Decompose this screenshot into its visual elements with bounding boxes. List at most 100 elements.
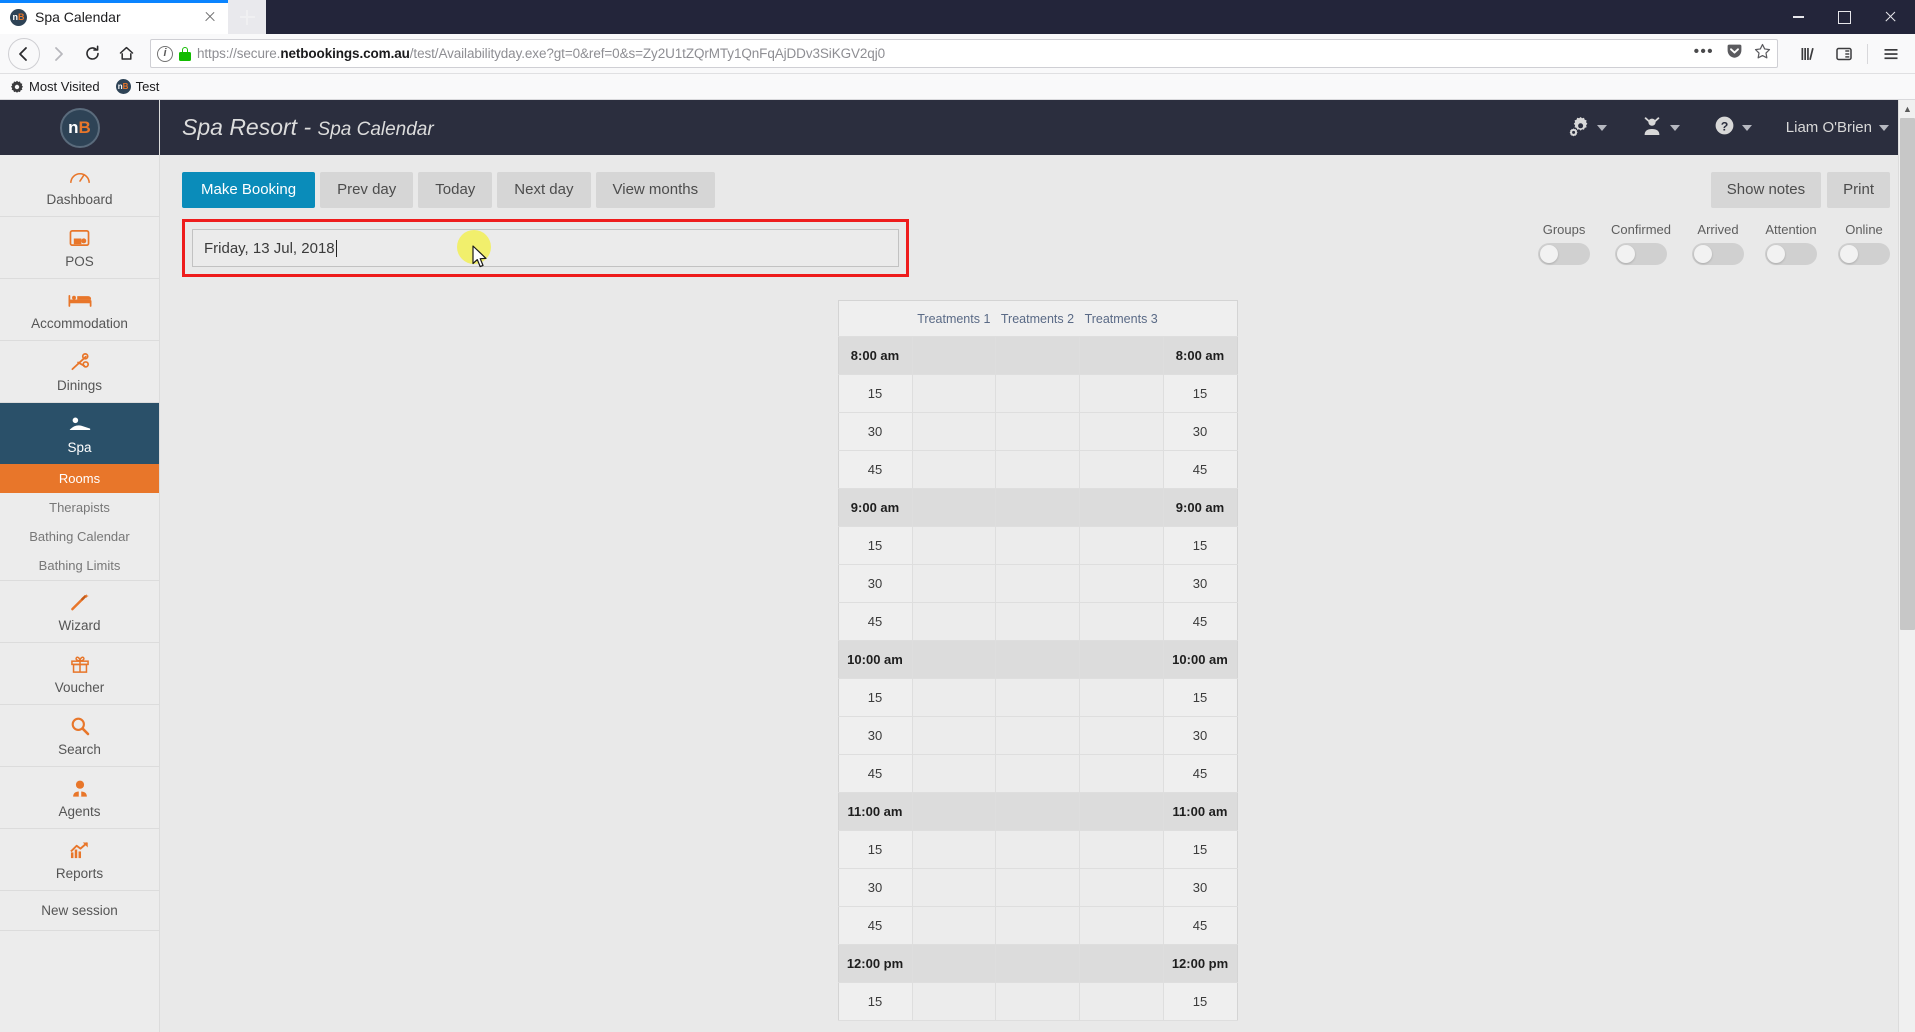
settings-menu[interactable] (1568, 115, 1607, 141)
next-day-button[interactable]: Next day (497, 172, 591, 208)
sidebar-item-accommodation[interactable]: Accommodation (0, 279, 159, 341)
toggle-attention[interactable]: Attention (1765, 222, 1817, 265)
calendar-slot[interactable] (911, 868, 997, 907)
calendar-slot[interactable] (1078, 944, 1164, 983)
calendar-slot[interactable] (911, 830, 997, 869)
window-close-icon[interactable] (1867, 0, 1913, 34)
toggle-confirmed[interactable]: Confirmed (1611, 222, 1671, 265)
minimize-icon[interactable] (1775, 0, 1821, 34)
bookmark-star-icon[interactable] (1754, 43, 1771, 65)
make-booking-button[interactable]: Make Booking (182, 172, 316, 208)
calendar-slot[interactable] (911, 678, 997, 717)
calendar-slot[interactable] (995, 602, 1080, 641)
toggle-switch[interactable] (1765, 243, 1817, 265)
calendar-slot[interactable] (911, 336, 997, 375)
calendar-slot[interactable] (1078, 526, 1164, 565)
calendar-slot[interactable] (1078, 488, 1164, 527)
sidebar-item-voucher[interactable]: Voucher (0, 643, 159, 705)
library-icon[interactable] (1792, 38, 1824, 70)
calendar-slot[interactable] (911, 488, 997, 527)
calendar-slot[interactable] (911, 526, 997, 565)
bookmark-test[interactable]: nB Test (115, 79, 159, 94)
sidebar-item-pos[interactable]: POS (0, 217, 159, 279)
calendar-slot[interactable] (911, 450, 997, 489)
calendar-slot[interactable] (1078, 678, 1164, 717)
sidebar-subitem-bathing-calendar[interactable]: Bathing Calendar (0, 522, 159, 551)
back-icon[interactable] (8, 37, 40, 70)
sidebar-item-new-session[interactable]: New session (0, 891, 159, 931)
calendar-slot[interactable] (995, 982, 1080, 1021)
calendar-slot[interactable] (911, 754, 997, 793)
toggle-switch[interactable] (1538, 243, 1591, 265)
address-bar[interactable]: i https://secure.netbookings.com.au/test… (150, 39, 1778, 68)
calendar-slot[interactable] (911, 982, 997, 1021)
calendar-slot[interactable] (995, 640, 1080, 679)
calendar-column-header[interactable]: Treatments 2 (995, 300, 1080, 337)
calendar-slot[interactable] (911, 602, 997, 641)
calendar-slot[interactable] (995, 412, 1080, 451)
calendar-slot[interactable] (1078, 868, 1164, 907)
pocket-icon[interactable] (1726, 43, 1743, 65)
calendar-slot[interactable] (911, 792, 997, 831)
calendar-slot[interactable] (995, 830, 1080, 869)
bookmark-most-visited[interactable]: Most Visited (10, 79, 100, 94)
scroll-up-arrow-icon[interactable]: ▲ (1899, 100, 1915, 117)
sidebar-item-dashboard[interactable]: Dashboard (0, 155, 159, 217)
calendar-slot[interactable] (1078, 716, 1164, 755)
account-menu[interactable]: Liam O'Brien (1786, 119, 1889, 136)
date-input[interactable]: Friday, 13 Jul, 2018 (192, 229, 899, 267)
calendar-slot[interactable] (911, 944, 997, 983)
calendar-slot[interactable] (911, 906, 997, 945)
sidebar-item-agents[interactable]: Agents (0, 767, 159, 829)
sidebar-toggle-icon[interactable] (1828, 38, 1860, 70)
sidebar-subitem-bathing-limits[interactable]: Bathing Limits (0, 551, 159, 581)
user-menu[interactable] (1641, 115, 1680, 141)
prev-day-button[interactable]: Prev day (320, 172, 414, 208)
show-notes-button[interactable]: Show notes (1710, 172, 1822, 208)
toggle-switch[interactable] (1692, 243, 1744, 265)
sidebar-logo[interactable]: nB (0, 100, 159, 155)
forward-icon[interactable] (42, 38, 74, 70)
toggle-switch[interactable] (1615, 243, 1668, 265)
close-icon[interactable] (200, 7, 220, 27)
calendar-slot[interactable] (995, 374, 1080, 413)
print-button[interactable]: Print (1827, 172, 1890, 208)
calendar-column-header[interactable]: Treatments 1 (912, 300, 996, 337)
sidebar-item-reports[interactable]: Reports (0, 829, 159, 891)
calendar-slot[interactable] (995, 450, 1080, 489)
calendar-slot[interactable] (995, 792, 1080, 831)
calendar-slot[interactable] (1078, 830, 1164, 869)
calendar-slot[interactable] (995, 754, 1080, 793)
calendar-slot[interactable] (995, 564, 1080, 603)
calendar-slot[interactable] (1078, 640, 1164, 679)
calendar-slot[interactable] (911, 412, 997, 451)
calendar-slot[interactable] (995, 906, 1080, 945)
site-info-icon[interactable]: i (157, 45, 173, 62)
calendar-slot[interactable] (1078, 982, 1164, 1021)
scrollbar-thumb[interactable] (1900, 118, 1915, 630)
reload-icon[interactable] (76, 38, 108, 70)
browser-tab[interactable]: nB Spa Calendar (0, 0, 228, 34)
sidebar-subitem-therapists[interactable]: Therapists (0, 493, 159, 522)
calendar-slot[interactable] (995, 944, 1080, 983)
help-menu[interactable]: ? (1714, 115, 1752, 140)
calendar-column-header[interactable]: Treatments 3 (1079, 300, 1163, 337)
calendar-slot[interactable] (995, 716, 1080, 755)
calendar-slot[interactable] (1078, 336, 1164, 375)
hamburger-menu-icon[interactable] (1875, 38, 1907, 70)
calendar-slot[interactable] (995, 336, 1080, 375)
calendar-slot[interactable] (1078, 602, 1164, 641)
sidebar-item-spa[interactable]: Spa (0, 403, 159, 464)
sidebar-item-dinings[interactable]: Dinings (0, 341, 159, 403)
calendar-slot[interactable] (1078, 450, 1164, 489)
page-actions-icon[interactable]: ••• (1690, 43, 1720, 65)
toggle-online[interactable]: Online (1838, 222, 1890, 265)
calendar-slot[interactable] (1078, 792, 1164, 831)
calendar-slot[interactable] (995, 488, 1080, 527)
toggle-groups[interactable]: Groups (1538, 222, 1591, 265)
calendar-slot[interactable] (1078, 412, 1164, 451)
calendar-slot[interactable] (1078, 754, 1164, 793)
calendar-slot[interactable] (911, 640, 997, 679)
calendar-slot[interactable] (995, 526, 1080, 565)
sidebar-subitem-rooms[interactable]: Rooms (0, 464, 159, 493)
